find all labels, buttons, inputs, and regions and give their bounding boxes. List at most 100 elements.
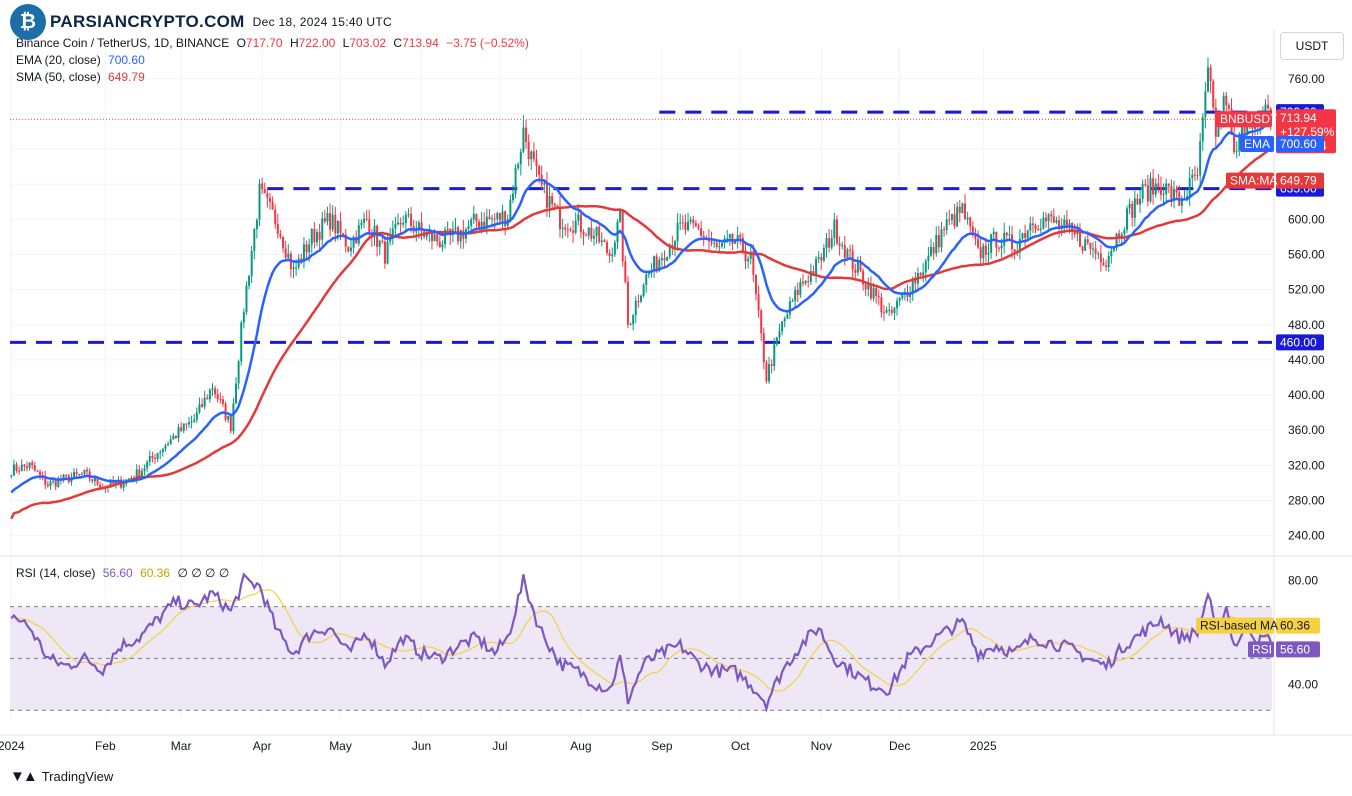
candle-body — [914, 280, 917, 284]
candle-body — [843, 245, 846, 258]
candle-body — [376, 225, 379, 247]
candle-body — [517, 164, 520, 169]
candle-body — [73, 472, 76, 478]
candle-body — [856, 262, 859, 273]
candle-body — [943, 229, 946, 231]
candle-body — [323, 218, 326, 222]
candle-body — [961, 203, 964, 214]
candle-body — [687, 221, 690, 230]
sma-price-tag: 649.79 — [1280, 174, 1317, 188]
candle-body — [956, 206, 959, 227]
candle-body — [493, 218, 496, 220]
candle-body — [201, 404, 204, 407]
candle-body — [1034, 225, 1037, 229]
tradingview-branding[interactable]: ▼▲ TradingView — [10, 768, 113, 785]
candle-body — [1212, 81, 1215, 108]
candle-body — [538, 165, 541, 175]
candle-body — [80, 473, 83, 475]
price-tick-label: 240.00 — [1288, 529, 1325, 543]
price-tick-label: 400.00 — [1288, 388, 1325, 402]
candle-body — [561, 227, 564, 230]
candle-body — [747, 259, 750, 262]
tradingview-logo-icon: ▼▲ — [10, 768, 38, 785]
ema-legend[interactable]: EMA (20, close) 700.60 — [16, 53, 149, 67]
candle-body — [83, 469, 86, 474]
candle-body — [75, 472, 78, 475]
candle-body — [1065, 219, 1068, 226]
candle-body — [177, 427, 180, 438]
time-tick-label: Mar — [171, 739, 192, 753]
candle-body — [271, 201, 274, 210]
candle-body — [360, 222, 363, 226]
candle-body — [1167, 183, 1170, 187]
candle-body — [381, 240, 384, 242]
candle-body — [1149, 178, 1152, 202]
candle-body — [932, 247, 935, 254]
candle-body — [193, 419, 196, 422]
candle-body — [172, 435, 175, 440]
candle-body — [339, 220, 342, 234]
candle-body — [945, 219, 948, 231]
candle-body — [681, 222, 684, 224]
candle-body — [10, 475, 13, 477]
candle-body — [655, 256, 658, 271]
candle-body — [316, 232, 319, 243]
candle-body — [984, 245, 987, 255]
candle-body — [849, 249, 852, 251]
candle-body — [718, 246, 721, 248]
candle-body — [167, 444, 170, 446]
candle-body — [1050, 214, 1053, 217]
last-price-tag-text: 713.94 — [1280, 111, 1317, 125]
candle-body — [1170, 186, 1173, 200]
candle-body — [574, 220, 577, 233]
candle-body — [399, 222, 402, 225]
candle-body — [1044, 217, 1047, 222]
candle-body — [801, 281, 804, 284]
price-tick-label: 600.00 — [1288, 212, 1325, 226]
candle-body — [185, 423, 188, 425]
candle-body — [498, 213, 501, 221]
candle-body — [948, 219, 951, 221]
candle-body — [833, 219, 836, 238]
candle-body — [715, 242, 718, 247]
candle-body — [1209, 67, 1212, 82]
sma-legend[interactable]: SMA (50, close) 649.79 — [16, 70, 149, 84]
candle-body — [261, 183, 264, 189]
candle-body — [796, 289, 799, 296]
candle-body — [864, 284, 867, 290]
candle-body — [363, 218, 366, 223]
candle-body — [1144, 183, 1147, 186]
candle-body — [548, 196, 551, 208]
candle-body — [825, 238, 828, 248]
candle-body — [786, 314, 789, 319]
candle-body — [248, 275, 251, 286]
candle-body — [49, 481, 52, 487]
price-chart[interactable]: 760.00720.00680.00640.00600.00560.00520.… — [0, 0, 1352, 796]
candle-body — [1094, 248, 1097, 254]
currency-button[interactable]: USDT — [1280, 32, 1344, 60]
candle-body — [754, 274, 757, 295]
candle-body — [830, 237, 833, 248]
candle-body — [368, 219, 371, 235]
candle-body — [1031, 223, 1034, 226]
candle-body — [39, 471, 42, 475]
candle-body — [527, 141, 530, 160]
candle-body — [553, 203, 556, 206]
candle-body — [697, 226, 700, 229]
low-value: 703.02 — [349, 36, 387, 50]
candle-body — [1084, 239, 1087, 251]
rsi-legend[interactable]: RSI (14, close) 56.60 60.36 ∅ ∅ ∅ ∅ — [16, 566, 233, 580]
candle-body — [1029, 223, 1032, 231]
candle-body — [15, 464, 18, 471]
candle-body — [692, 219, 695, 224]
candle-body — [151, 456, 154, 458]
time-tick-label: Sep — [651, 739, 673, 753]
candle-body — [572, 230, 575, 233]
candle-body — [773, 344, 776, 367]
candle-body — [433, 234, 436, 241]
candle-body — [854, 269, 857, 273]
candle-body — [146, 461, 149, 469]
candle-body — [1188, 178, 1191, 196]
candle-body — [982, 245, 985, 259]
candle-body — [979, 247, 982, 259]
